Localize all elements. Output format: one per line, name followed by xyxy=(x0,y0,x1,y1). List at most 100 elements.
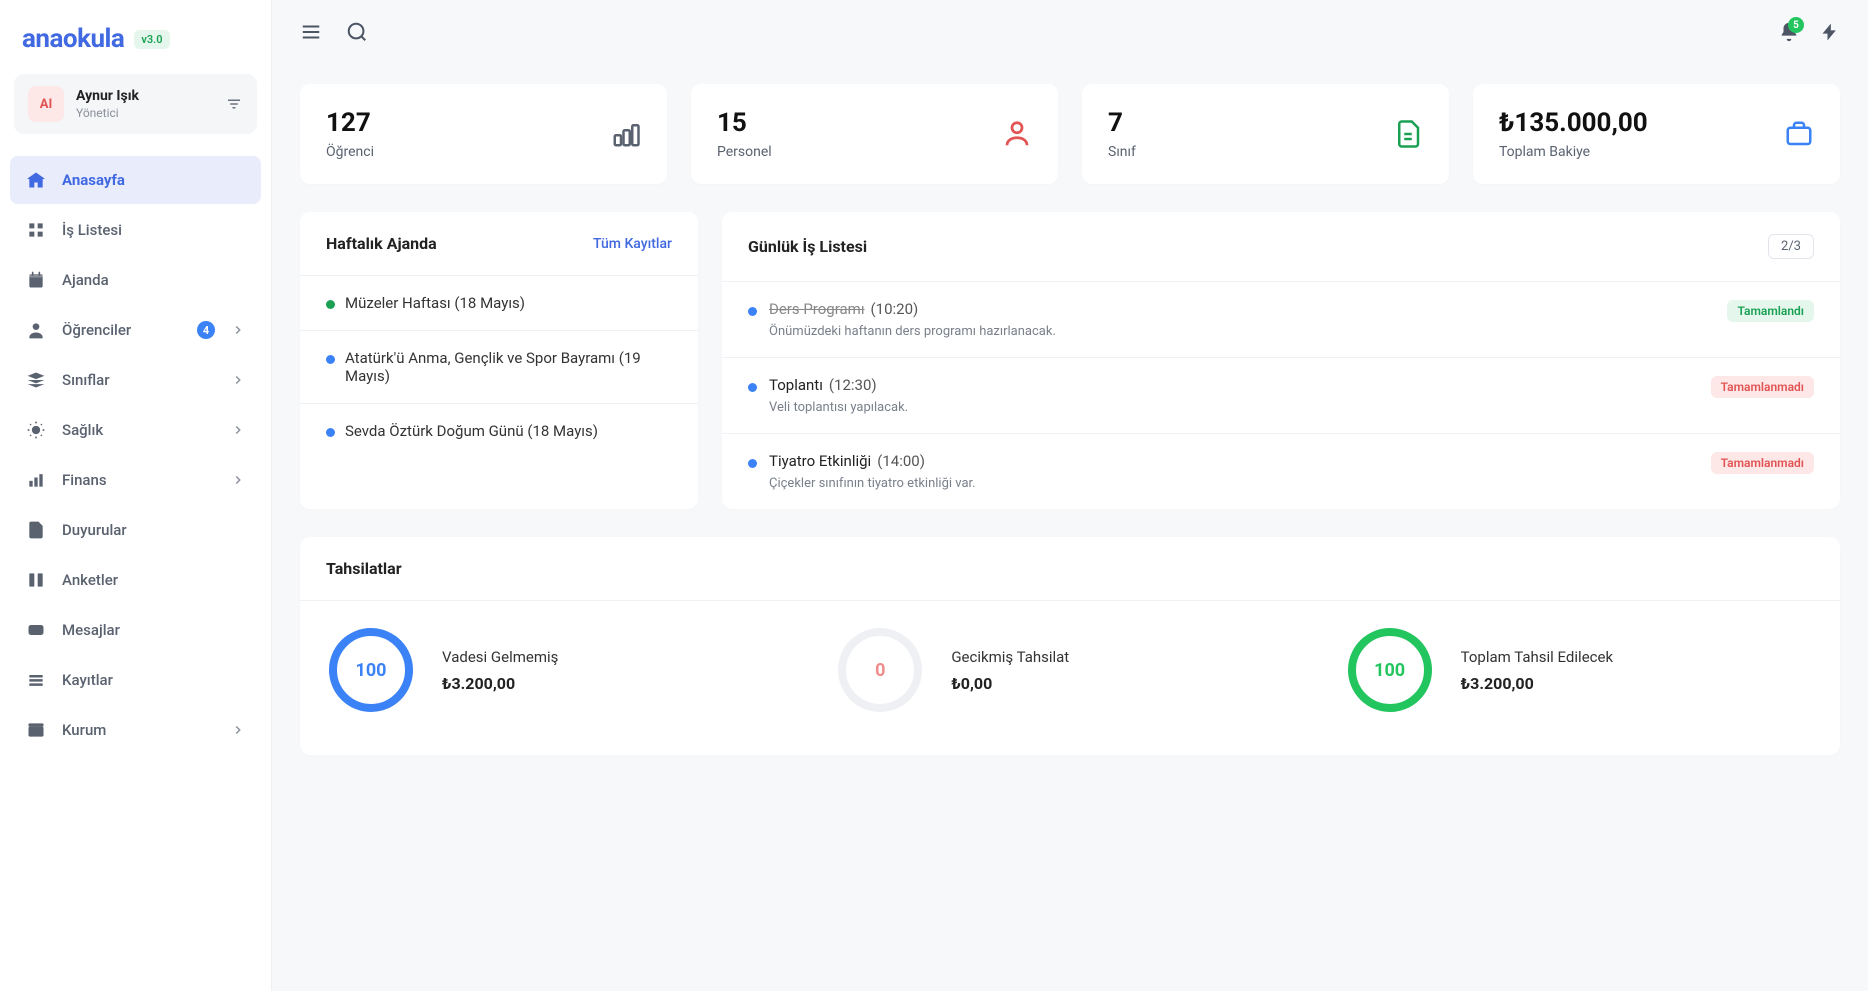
menu-icon[interactable] xyxy=(300,21,322,43)
stat-value: 7 xyxy=(1108,108,1136,138)
todo-pager[interactable]: 2/3 xyxy=(1768,234,1814,259)
sidebar-item-sağlık[interactable]: Sağlık xyxy=(10,406,261,454)
nav-label: İş Listesi xyxy=(62,221,245,239)
stat-row: 127 Öğrenci 15 Personel 7 Sınıf ₺135.000… xyxy=(300,84,1840,184)
todo-item[interactable]: Tiyatro Etkinliği (14:00) Çiçekler sınıf… xyxy=(722,434,1840,509)
status-badge: Tamamlandı xyxy=(1727,300,1814,322)
progress-ring: 0 xyxy=(835,625,925,715)
todo-title: Günlük İş Listesi xyxy=(748,237,867,256)
dot-icon xyxy=(326,300,335,309)
agenda-list: Müzeler Haftası (18 Mayıs) Atatürk'ü Anm… xyxy=(300,276,698,458)
nav-label: Sağlık xyxy=(62,421,215,439)
todo-item-title: Ders Programı xyxy=(769,300,865,318)
status-badge: Tamamlanmadı xyxy=(1711,452,1814,474)
nav-label: Öğrenciler xyxy=(62,321,181,339)
agenda-item[interactable]: Müzeler Haftası (18 Mayıs) xyxy=(300,276,698,331)
filter-icon[interactable] xyxy=(225,95,243,113)
sidebar: anaokula v3.0 AI Aynur Işık Yönetici Ana… xyxy=(0,0,272,991)
collection-amount: ₺0,00 xyxy=(951,674,1069,693)
stat-card-personel: 15 Personel xyxy=(691,84,1058,184)
agenda-item-text: Atatürk'ü Anma, Gençlik ve Spor Bayramı … xyxy=(345,349,672,385)
progress-value: 100 xyxy=(1345,625,1435,715)
bolt-icon[interactable] xyxy=(1820,22,1840,42)
nav-icon xyxy=(26,220,46,240)
stat-card-sınıf: 7 Sınıf xyxy=(1082,84,1449,184)
collection-amount: ₺3.200,00 xyxy=(1461,674,1613,693)
logo-row: anaokula v3.0 xyxy=(10,16,261,74)
sidebar-item-mesajlar[interactable]: Mesajlar xyxy=(10,606,261,654)
collections-panel: Tahsilatlar 100 Vadesi Gelmemiş ₺3.200,0… xyxy=(300,537,1840,755)
nav-icon xyxy=(26,370,46,390)
notifications-icon[interactable]: 5 xyxy=(1778,21,1800,43)
collection-cell: 100 Toplam Tahsil Edilecek ₺3.200,00 xyxy=(1345,625,1814,715)
nav-label: Sınıflar xyxy=(62,371,215,389)
stat-label: Personel xyxy=(717,144,772,160)
sidebar-item-i̇ş-listesi[interactable]: İş Listesi xyxy=(10,206,261,254)
nav-icon xyxy=(26,170,46,190)
todo-item-desc: Çiçekler sınıfının tiyatro etkinliği var… xyxy=(769,476,1699,491)
search-icon[interactable] xyxy=(346,21,368,43)
progress-ring: 100 xyxy=(1345,625,1435,715)
topbar: 5 xyxy=(272,0,1868,64)
stat-icon xyxy=(1393,119,1423,149)
chevron-right-icon xyxy=(231,323,245,337)
stat-card-öğrenci: 127 Öğrenci xyxy=(300,84,667,184)
user-info: Aynur Işık Yönetici xyxy=(76,88,213,120)
sidebar-nav: Anasayfa İş Listesi Ajanda Öğrenciler 4 … xyxy=(10,156,261,754)
sidebar-item-anasayfa[interactable]: Anasayfa xyxy=(10,156,261,204)
stat-icon xyxy=(1002,119,1032,149)
sidebar-item-finans[interactable]: Finans xyxy=(10,456,261,504)
agenda-item[interactable]: Atatürk'ü Anma, Gençlik ve Spor Bayramı … xyxy=(300,331,698,404)
sidebar-item-anketler[interactable]: Anketler xyxy=(10,556,261,604)
stat-value: 127 xyxy=(326,108,374,138)
nav-icon xyxy=(26,470,46,490)
collection-cell: 0 Gecikmiş Tahsilat ₺0,00 xyxy=(835,625,1304,715)
todo-item-desc: Önümüzdeki haftanın ders programı hazırl… xyxy=(769,324,1715,339)
stat-label: Sınıf xyxy=(1108,144,1136,160)
user-card[interactable]: AI Aynur Işık Yönetici xyxy=(14,74,257,134)
dot-icon xyxy=(748,459,757,468)
collection-label: Toplam Tahsil Edilecek xyxy=(1461,648,1613,666)
dot-icon xyxy=(326,355,335,364)
sidebar-item-kurum[interactable]: Kurum xyxy=(10,706,261,754)
agenda-item-text: Sevda Öztürk Doğum Günü (18 Mayıs) xyxy=(345,422,598,440)
dot-icon xyxy=(748,307,757,316)
nav-icon xyxy=(26,520,46,540)
stat-value: 15 xyxy=(717,108,772,138)
sidebar-item-öğrenciler[interactable]: Öğrenciler 4 xyxy=(10,306,261,354)
agenda-all-records-link[interactable]: Tüm Kayıtlar xyxy=(593,236,672,252)
todo-item-title: Toplantı xyxy=(769,376,823,394)
nav-icon xyxy=(26,320,46,340)
status-badge: Tamamlanmadı xyxy=(1711,376,1814,398)
todo-list: Ders Programı (10:20) Önümüzdeki haftanı… xyxy=(722,282,1840,509)
collections-title: Tahsilatlar xyxy=(326,559,402,578)
sidebar-item-kayıtlar[interactable]: Kayıtlar xyxy=(10,656,261,704)
mid-row: Haftalık Ajanda Tüm Kayıtlar Müzeler Haf… xyxy=(300,212,1840,509)
progress-value: 0 xyxy=(835,625,925,715)
todo-item-time: (10:20) xyxy=(871,300,919,318)
main: 5 127 Öğrenci 15 Personel 7 Sınıf ₺135.0… xyxy=(272,0,1868,991)
nav-icon xyxy=(26,620,46,640)
stat-value: ₺135.000,00 xyxy=(1499,108,1648,138)
nav-label: Mesajlar xyxy=(62,621,245,639)
daily-todo-panel: Günlük İş Listesi 2/3 Ders Programı (10:… xyxy=(722,212,1840,509)
sidebar-item-ajanda[interactable]: Ajanda xyxy=(10,256,261,304)
todo-item-title: Tiyatro Etkinliği xyxy=(769,452,871,470)
stat-label: Öğrenci xyxy=(326,144,374,160)
stat-icon xyxy=(611,119,641,149)
sidebar-item-duyurular[interactable]: Duyurular xyxy=(10,506,261,554)
nav-label: Anketler xyxy=(62,571,245,589)
nav-label: Kayıtlar xyxy=(62,671,245,689)
dot-icon xyxy=(748,383,757,392)
nav-label: Ajanda xyxy=(62,271,245,289)
nav-label: Kurum xyxy=(62,721,215,739)
todo-item[interactable]: Ders Programı (10:20) Önümüzdeki haftanı… xyxy=(722,282,1840,358)
nav-label: Duyurular xyxy=(62,521,245,539)
notification-count: 5 xyxy=(1788,17,1804,33)
todo-item[interactable]: Toplantı (12:30) Veli toplantısı yapılac… xyxy=(722,358,1840,434)
chevron-right-icon xyxy=(231,423,245,437)
collection-label: Vadesi Gelmemiş xyxy=(442,648,558,666)
sidebar-item-sınıflar[interactable]: Sınıflar xyxy=(10,356,261,404)
collection-cell: 100 Vadesi Gelmemiş ₺3.200,00 xyxy=(326,625,795,715)
agenda-item[interactable]: Sevda Öztürk Doğum Günü (18 Mayıs) xyxy=(300,404,698,458)
